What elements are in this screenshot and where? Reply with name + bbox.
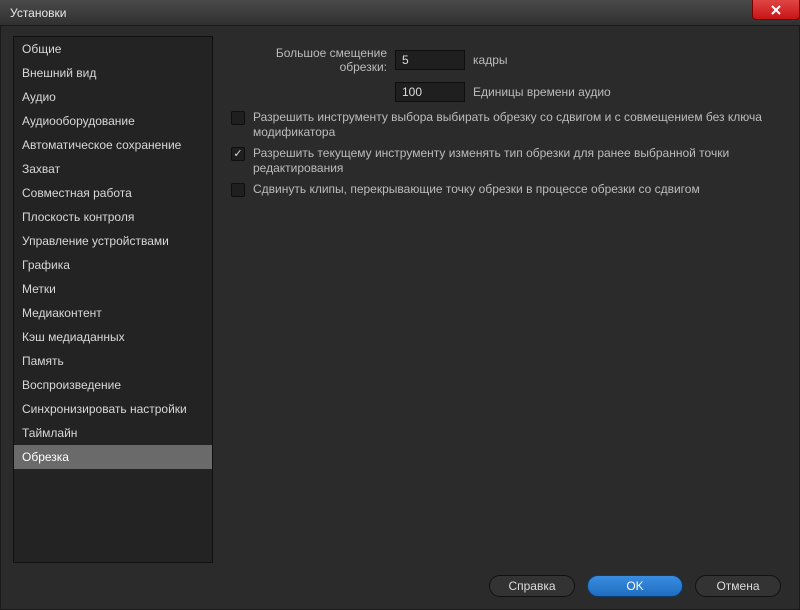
sidebar-item-label: Плоскость контроля [22, 210, 134, 224]
sidebar-item[interactable]: Совместная работа [14, 181, 212, 205]
sidebar-item-label: Таймлайн [22, 426, 77, 440]
sidebar-item[interactable]: Кэш медиаданных [14, 325, 212, 349]
help-button[interactable]: Справка [489, 575, 575, 597]
sidebar-item-label: Воспроизведение [22, 378, 121, 392]
input-large-offset[interactable] [395, 50, 465, 70]
button-row: Справка OK Отмена [489, 575, 781, 597]
label-large-offset: Большое смещение обрезки: [231, 46, 387, 74]
sidebar-item[interactable]: Медиаконтент [14, 301, 212, 325]
sidebar-item-label: Управление устройствами [22, 234, 169, 248]
input-audio-units[interactable] [395, 82, 465, 102]
cancel-button[interactable]: Отмена [695, 575, 781, 597]
sidebar-item[interactable]: Таймлайн [14, 421, 212, 445]
sidebar-item[interactable]: Захват [14, 157, 212, 181]
checkbox[interactable] [231, 183, 245, 197]
sidebar-item[interactable]: Воспроизведение [14, 373, 212, 397]
unit-audio-units: Единицы времени аудио [473, 85, 611, 99]
sidebar-item[interactable]: Аудиооборудование [14, 109, 212, 133]
sidebar-item[interactable]: Внешний вид [14, 61, 212, 85]
close-icon [770, 4, 782, 16]
sidebar-item[interactable]: Синхронизировать настройки [14, 397, 212, 421]
sidebar-item-label: Аудиооборудование [22, 114, 135, 128]
checkbox-label[interactable]: Разрешить инструменту выбора выбирать об… [253, 110, 779, 140]
ok-button[interactable]: OK [587, 575, 683, 597]
sidebar-item[interactable]: Общие [14, 37, 212, 61]
checkbox-row: Разрешить инструменту выбора выбирать об… [231, 110, 779, 140]
sidebar-item[interactable]: Обрезка [14, 445, 212, 469]
sidebar-item[interactable]: Управление устройствами [14, 229, 212, 253]
checkbox[interactable] [231, 147, 245, 161]
window-title: Установки [0, 6, 66, 20]
sidebar-item-label: Синхронизировать настройки [22, 402, 187, 416]
sidebar-item-label: Память [22, 354, 64, 368]
checkbox-row: Разрешить текущему инструменту изменять … [231, 146, 779, 176]
sidebar-item-label: Аудио [22, 90, 56, 104]
checkbox-label[interactable]: Разрешить текущему инструменту изменять … [253, 146, 779, 176]
titlebar: Установки [0, 0, 800, 26]
sidebar-item-label: Кэш медиаданных [22, 330, 125, 344]
unit-large-offset: кадры [473, 53, 508, 67]
sidebar-item[interactable]: Автоматическое сохранение [14, 133, 212, 157]
sidebar-item-label: Совместная работа [22, 186, 132, 200]
sidebar-item[interactable]: Графика [14, 253, 212, 277]
sidebar-item[interactable]: Аудио [14, 85, 212, 109]
sidebar-item-label: Медиаконтент [22, 306, 102, 320]
dialog-body: Общие Внешний вид Аудио Аудиооборудование Ав… [0, 26, 800, 610]
sidebar-item-label: Автоматическое сохранение [22, 138, 181, 152]
content-area: Общие Внешний вид Аудио Аудиооборудование Ав… [13, 36, 787, 563]
sidebar-item-label: Внешний вид [22, 66, 96, 80]
sidebar-item-label: Графика [22, 258, 70, 272]
row-audio-units: Единицы времени аудио [231, 82, 779, 102]
row-large-offset: Большое смещение обрезки: кадры [231, 46, 779, 74]
checkbox-label[interactable]: Сдвинуть клипы, перекрывающие точку обре… [253, 182, 700, 197]
sidebar-item-label: Обрезка [22, 450, 69, 464]
sidebar-item-label: Общие [22, 42, 61, 56]
sidebar-item-label: Захват [22, 162, 60, 176]
sidebar-item[interactable]: Плоскость контроля [14, 205, 212, 229]
checkbox[interactable] [231, 111, 245, 125]
checkbox-group: Разрешить инструменту выбора выбирать об… [231, 110, 779, 197]
sidebar: Общие Внешний вид Аудио Аудиооборудование Ав… [13, 36, 213, 563]
sidebar-item[interactable]: Метки [14, 277, 212, 301]
main-panel: Большое смещение обрезки: кадры Единицы … [213, 36, 787, 563]
checkbox-row: Сдвинуть клипы, перекрывающие точку обре… [231, 182, 779, 197]
sidebar-item[interactable]: Память [14, 349, 212, 373]
sidebar-item-label: Метки [22, 282, 56, 296]
close-button[interactable] [752, 0, 800, 20]
